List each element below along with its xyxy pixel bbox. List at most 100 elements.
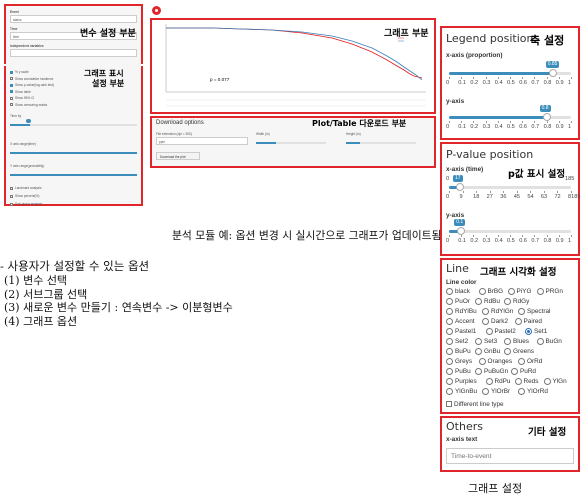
slider-tick xyxy=(449,235,450,237)
checkbox-item[interactable]: Show censoring marks xyxy=(10,103,47,107)
slider-value-badge: 17 xyxy=(452,175,463,182)
checkbox-item[interactable]: Show 95% CI xyxy=(10,96,34,100)
slider-tick-label: 27 xyxy=(486,194,493,200)
palette-option-bugn[interactable]: BuGn xyxy=(536,338,562,345)
palette-option-bupu[interactable]: BuPu xyxy=(446,348,471,355)
slider-tick xyxy=(546,77,548,79)
slider-tick-label: 9 xyxy=(459,194,463,200)
slider-thumb[interactable] xyxy=(455,183,464,191)
palette-option-prgn[interactable]: PRGn xyxy=(536,288,563,295)
palette-option-rdylgn[interactable]: RdYlGn xyxy=(482,308,513,315)
palette-label: RdBu xyxy=(484,298,500,306)
slider-tick-label: 45 xyxy=(513,194,520,200)
slider-value-badge: 0.8 xyxy=(539,105,551,112)
palette-option-dark2[interactable]: Dark2 xyxy=(482,318,508,325)
palette-option-black[interactable]: black xyxy=(446,288,470,295)
radio-button xyxy=(536,288,544,295)
download-plot-button[interactable]: Download the plot xyxy=(156,152,200,160)
radio-button xyxy=(446,318,453,325)
slider-tick-label: 0.1 xyxy=(458,80,466,86)
radio-button xyxy=(446,328,453,335)
radio-button xyxy=(504,298,511,305)
palette-option-pubu[interactable]: PuBu xyxy=(446,368,471,375)
slider-tick xyxy=(558,235,560,237)
palette-option-spectral[interactable]: Spectral xyxy=(518,308,550,315)
slider-tick-label: 0 xyxy=(446,124,450,130)
radio-button xyxy=(446,358,453,365)
slider-tick-label: 0.5 xyxy=(507,238,515,244)
slider-tick xyxy=(497,121,499,123)
event-select[interactable]: status xyxy=(10,15,137,23)
slider-fill xyxy=(449,72,553,75)
palette-option-purd[interactable]: PuRd xyxy=(511,368,536,375)
legend-position-annotation: 축 설정 xyxy=(530,34,565,47)
slider-thumb[interactable] xyxy=(542,113,551,121)
palette-option-pastel2[interactable]: Pastel2 xyxy=(485,328,516,335)
checkbox-item[interactable]: Landmark analysis xyxy=(10,186,42,190)
radio-button xyxy=(475,348,482,355)
palette-option-reds[interactable]: Reds xyxy=(514,378,538,385)
slider-track[interactable] xyxy=(449,230,571,233)
palette-option-ylorbr[interactable]: YlOrBr xyxy=(482,388,510,395)
palette-label: RdPu xyxy=(494,378,511,386)
palette-option-orrd[interactable]: OrRd xyxy=(518,358,542,365)
palette-option-rdgy[interactable]: RdGy xyxy=(504,298,529,305)
palette-option-purples[interactable]: Purples xyxy=(446,378,477,385)
checkbox-item[interactable]: Sub-group analysis xyxy=(10,202,42,206)
slider-track[interactable] xyxy=(449,186,571,189)
checkbox-item[interactable]: Show p-value(log-rank test) xyxy=(10,83,54,87)
palette-option-rdylbu[interactable]: RdYlBu xyxy=(446,308,477,315)
legend-y-slider[interactable]: 0.8 0 0.1 0.2 0.3 0.4 0.5 0.6 0.7 0.8 0.9 1 xyxy=(446,105,574,132)
palette-option-pastel1[interactable]: Pastel1 xyxy=(446,328,476,335)
palette-option-puor[interactable]: PuOr xyxy=(446,298,470,305)
palette-option-ylorrd[interactable]: YlOrRd xyxy=(518,388,548,395)
radio-button xyxy=(482,388,489,395)
palette-option-blues[interactable]: Blues xyxy=(504,338,529,345)
palette-option-greens[interactable]: Greens xyxy=(504,348,534,355)
record-icon[interactable] xyxy=(152,6,161,15)
palette-option-accent[interactable]: Accent xyxy=(446,318,475,325)
checkbox-item[interactable]: % y scale xyxy=(10,70,29,74)
checkbox-item[interactable]: Show table xyxy=(10,90,31,94)
checkbox-label: Show cumulative incidence xyxy=(15,76,54,81)
legend-x-slider[interactable]: 0.85 0 0.1 0.2 0.3 0.4 0.5 0.6 0.7 0.8 0.9 1 xyxy=(446,61,574,88)
palette-option-piyg[interactable]: PiYG xyxy=(507,288,531,295)
slider-tick-label: 0.5 xyxy=(507,80,515,86)
x-axis-text-label: x-axis text xyxy=(446,436,478,443)
slider-tick xyxy=(546,235,548,237)
palette-option-pubugn[interactable]: PuBuGn xyxy=(475,368,508,375)
palette-option-ylgn[interactable]: YlGn xyxy=(543,378,567,385)
slider-thumb[interactable] xyxy=(457,227,466,235)
palette-option-rdpu[interactable]: RdPu xyxy=(485,378,511,386)
palette-option-set1[interactable]: Set1 xyxy=(525,328,547,335)
checkbox-label: Show censoring marks xyxy=(15,102,48,107)
palette-option-set2[interactable]: Set2 xyxy=(446,338,468,345)
checkbox-item[interactable]: Show percent(%) xyxy=(10,194,39,198)
palette-option-brbg[interactable]: BrBG xyxy=(478,288,504,296)
palette-label: PuBuGn xyxy=(484,368,509,376)
palette-option-gnbu[interactable]: GnBu xyxy=(475,348,500,355)
independent-variables-select[interactable] xyxy=(10,49,137,57)
pvalue-y-slider[interactable]: 0.1 0 0.1 0.2 0.3 0.4 0.5 0.6 0.7 0.8 0.9 1 xyxy=(446,219,574,246)
x-axis-text-input[interactable] xyxy=(446,448,574,464)
right-caption: 그래프 설정 xyxy=(468,482,523,495)
palette-option-rdbu[interactable]: RdBu xyxy=(475,298,500,305)
palette-option-set3[interactable]: Set3 xyxy=(475,338,497,345)
palette-label: BrBG xyxy=(487,288,504,296)
palette-option-greys[interactable]: Greys xyxy=(446,358,472,365)
checkbox-item[interactable]: Show cumulative incidence xyxy=(10,77,53,81)
slider-tick xyxy=(476,191,477,193)
slider-tick-label: 72 xyxy=(554,194,561,200)
slider-thumb[interactable] xyxy=(548,69,557,77)
line-title: Line xyxy=(446,262,469,275)
checkbox xyxy=(10,103,13,107)
palette-label: Set3 xyxy=(484,338,498,346)
different-line-type-checkbox[interactable]: Different line type xyxy=(446,401,504,408)
palette-option-ylgnbu[interactable]: YlGnBu xyxy=(446,388,477,395)
file-extension-select[interactable]: pptx xyxy=(156,137,248,145)
palette-option-paired[interactable]: Paired xyxy=(514,318,542,325)
slider-tick-label: 0.7 xyxy=(531,80,540,86)
slider-tick-label: 0.4 xyxy=(494,80,503,86)
palette-option-oranges[interactable]: Oranges xyxy=(478,358,512,365)
width-label: Width (in) xyxy=(256,132,270,136)
